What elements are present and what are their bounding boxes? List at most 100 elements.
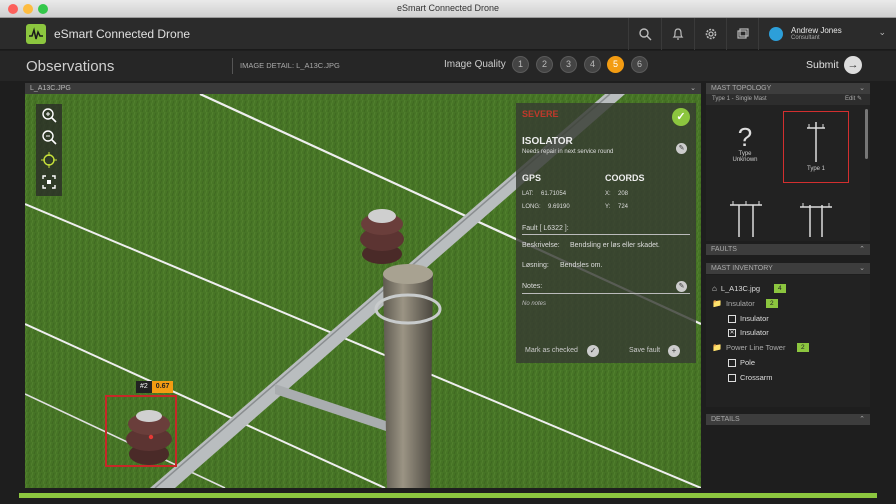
detection-bounding-box[interactable] <box>105 395 177 467</box>
details-title: DETAILS <box>711 416 740 423</box>
edit-notes-icon[interactable]: ✎ <box>676 281 687 292</box>
folder-insulator-label: Insulator <box>725 299 755 308</box>
topology-scrollbar[interactable] <box>865 109 868 159</box>
losning-value: Bendsles om. <box>560 262 603 269</box>
faults-title: FAULTS <box>711 246 737 253</box>
image-viewer: L_A13C.JPG ⌄ #2 0.67 SEVERE ✓ ISOLATOR N… <box>25 83 701 488</box>
x-label: X: <box>605 191 611 197</box>
edit-label: Edit <box>844 96 856 102</box>
page-title: Observations <box>26 58 115 75</box>
checkbox[interactable] <box>728 358 736 367</box>
details-header[interactable]: DETAILS ⌃ <box>706 414 870 425</box>
zoom-in-icon[interactable] <box>40 107 58 125</box>
item-crossarm-label: Crossarm <box>740 373 773 382</box>
quality-option-5[interactable]: 5 <box>607 56 624 73</box>
inventory-file-item[interactable]: ⌂ L_A13C.jpg <box>712 284 760 293</box>
viewer-header: L_A13C.JPG ⌄ <box>25 83 701 94</box>
h-mast-icon[interactable] <box>726 197 766 237</box>
select-region-icon[interactable] <box>40 174 58 192</box>
checkbox[interactable] <box>728 314 736 323</box>
user-name: Andrew Jones <box>791 26 842 35</box>
gps-heading: GPS <box>522 173 542 183</box>
chevron-down-icon: ⌄ <box>859 85 865 92</box>
window-title: eSmart Connected Drone <box>396 3 500 13</box>
gear-icon[interactable] <box>694 18 726 50</box>
bottom-accent-bar <box>19 493 877 498</box>
folder-icon: 📁 <box>712 343 722 352</box>
quality-option-3[interactable]: 3 <box>560 56 577 73</box>
double-mast-icon[interactable] <box>796 197 836 237</box>
y-label: Y: <box>605 204 611 210</box>
chevron-down-icon[interactable]: ⌄ <box>690 83 696 94</box>
count-badge: 2 <box>766 299 778 308</box>
user-menu[interactable]: Andrew Jones Consultant ⌄ <box>758 18 896 50</box>
component-subtitle: Needs repair in next service round <box>522 149 614 155</box>
count-badge: 2 <box>797 343 809 352</box>
x-value: 208 <box>618 191 629 197</box>
quality-option-2[interactable]: 2 <box>536 56 553 73</box>
quality-option-4[interactable]: 4 <box>584 56 601 73</box>
image-detail-label: IMAGE DETAIL: L_A13C.JPG <box>232 58 340 74</box>
coords-heading: COORDS <box>605 173 645 183</box>
divider <box>522 293 690 294</box>
zoom-out-icon[interactable] <box>40 129 58 147</box>
windows-icon[interactable] <box>726 18 758 50</box>
crosshair-icon[interactable] <box>40 152 58 170</box>
detection-score: 0.67 <box>151 381 174 393</box>
bell-icon[interactable] <box>661 18 693 50</box>
inventory-item-pole[interactable]: Pole <box>728 358 755 367</box>
inventory-item-crossarm[interactable]: Crossarm <box>728 373 773 382</box>
edit-topology-button[interactable]: Edit ✎ <box>845 94 862 105</box>
chevron-up-icon: ⌃ <box>859 246 865 253</box>
long-label: LONG: <box>522 204 541 210</box>
severity-badge: SEVERE <box>522 109 559 119</box>
plus-icon[interactable]: + <box>668 345 680 357</box>
inventory-folder-insulator[interactable]: 📁 Insulator <box>712 299 755 308</box>
item-insulator-selected-label: Insulator <box>740 328 769 337</box>
app-header: eSmart Connected Drone Andrew Jones Cons… <box>0 18 896 50</box>
save-fault-button[interactable]: Save fault <box>629 347 660 354</box>
type-unknown-sublabel: Unknown <box>732 157 758 163</box>
type-1-label: Type 1 <box>806 166 825 172</box>
topology-options: ? Type Unknown Type 1 <box>706 105 870 241</box>
mast-topology-title: MAST TOPOLOGY <box>711 85 772 92</box>
single-mast-icon <box>807 122 825 162</box>
app-logo-icon <box>26 24 46 44</box>
mast-inventory-header[interactable]: MAST INVENTORY ⌄ <box>706 263 870 274</box>
quality-option-1[interactable]: 1 <box>512 56 529 73</box>
viewer-toolbar <box>36 104 62 196</box>
quality-option-6[interactable]: 6 <box>631 56 648 73</box>
count-badge: 4 <box>774 284 786 293</box>
faults-header[interactable]: FAULTS ⌃ <box>706 244 870 255</box>
edit-icon[interactable]: ✎ <box>676 143 687 154</box>
check-circle-icon[interactable]: ✓ <box>672 108 690 126</box>
drone-photo[interactable]: #2 0.67 SEVERE ✓ ISOLATOR Needs repair i… <box>25 94 701 488</box>
detection-id: #2 <box>136 381 152 393</box>
search-icon[interactable] <box>628 18 660 50</box>
inventory-item-insulator-selected[interactable]: ✕ Insulator <box>728 328 769 337</box>
mast-inventory-title: MAST INVENTORY <box>711 265 773 272</box>
inventory-folder-tower[interactable]: 📁 Power Line Tower <box>712 343 785 352</box>
mark-checked-button[interactable]: Mark as checked <box>525 347 578 354</box>
check-icon[interactable]: ✓ <box>587 345 599 357</box>
question-icon: ? <box>737 122 753 152</box>
home-icon: ⌂ <box>712 284 717 293</box>
notes-label: Notes: <box>522 283 543 290</box>
folder-icon: 📁 <box>712 299 722 308</box>
window-titlebar: eSmart Connected Drone <box>0 0 896 18</box>
type-unknown-option[interactable]: ? Type Unknown <box>722 123 768 163</box>
submit-button[interactable]: Submit <box>806 59 839 71</box>
chevron-up-icon: ⌃ <box>859 416 865 423</box>
notes-value[interactable]: No notes <box>522 301 546 307</box>
arrow-right-icon[interactable]: → <box>844 56 862 74</box>
image-quality-label: Image Quality <box>444 59 506 70</box>
user-role: Consultant <box>791 35 820 41</box>
checkbox[interactable] <box>728 373 736 382</box>
inventory-item-insulator[interactable]: Insulator <box>728 314 769 323</box>
checkbox-checked[interactable]: ✕ <box>728 328 736 337</box>
chevron-down-icon: ⌄ <box>859 265 865 272</box>
mast-topology-header[interactable]: MAST TOPOLOGY ⌄ <box>706 83 870 94</box>
type-1-option[interactable]: Type 1 <box>783 111 849 183</box>
y-value: 724 <box>618 204 629 210</box>
item-insulator-label: Insulator <box>740 314 769 323</box>
